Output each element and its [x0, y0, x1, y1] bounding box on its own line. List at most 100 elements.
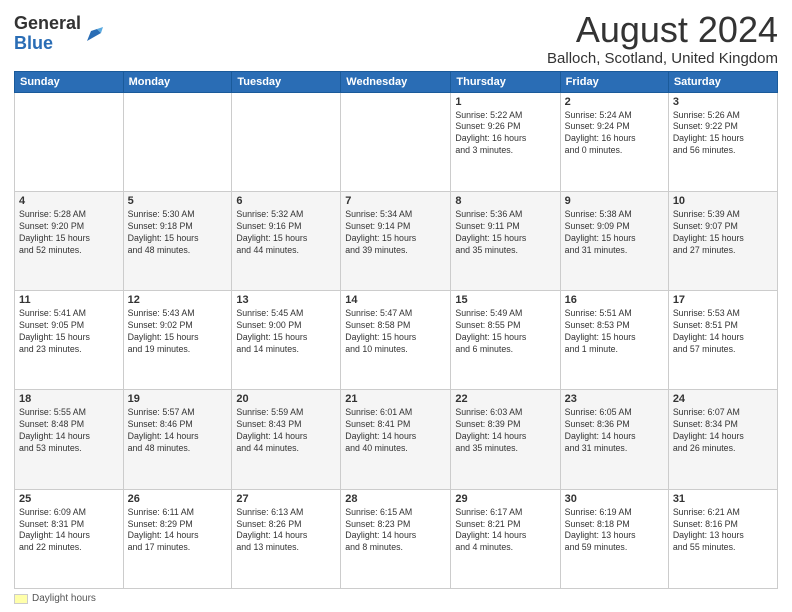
day-number: 23	[565, 393, 664, 405]
col-header-thursday: Thursday	[451, 71, 560, 92]
day-number: 6	[236, 195, 336, 207]
day-number: 25	[19, 493, 119, 505]
week-row-4: 18Sunrise: 5:55 AMSunset: 8:48 PMDayligh…	[15, 390, 778, 489]
calendar-cell: 20 Sunrise: 5:59 AMSunset: 8:43 PMDayligh…	[232, 390, 341, 489]
logo-icon	[83, 23, 105, 45]
calendar-cell	[15, 92, 124, 191]
calendar-cell: 4Sunrise: 5:28 AMSunset: 9:20 PMDaylight…	[15, 191, 124, 290]
day-number: 7	[345, 195, 446, 207]
day-detail: Sunrise: 6:05 AMSunset: 8:36 PMDaylight:…	[565, 407, 664, 455]
day-number: 28	[345, 493, 446, 505]
day-detail: Sunrise: 6:17 AMSunset: 8:21 PMDaylight:…	[455, 507, 555, 555]
calendar-cell: 24Sunrise: 6:07 AMSunset: 8:34 PMDayligh…	[668, 390, 777, 489]
day-number: 31	[673, 493, 773, 505]
footer: Daylight hours	[14, 593, 778, 604]
logo-text: General Blue	[14, 14, 81, 54]
col-header-tuesday: Tuesday	[232, 71, 341, 92]
calendar-cell: 13 Sunrise: 5:45 AMSunset: 9:00 PMDayligh…	[232, 291, 341, 390]
calendar-cell	[341, 92, 451, 191]
day-number: 8	[455, 195, 555, 207]
day-number: 5	[128, 195, 228, 207]
calendar-title: August 2024	[547, 10, 778, 50]
footer-label: Daylight hours	[32, 593, 96, 604]
day-number: 13	[236, 294, 336, 306]
calendar-cell: 12Sunrise: 5:43 AMSunset: 9:02 PMDayligh…	[123, 291, 232, 390]
day-number: 30	[565, 493, 664, 505]
day-detail: Sunrise: 6:19 AMSunset: 8:18 PMDaylight:…	[565, 507, 664, 555]
calendar-cell: 7Sunrise: 5:34 AMSunset: 9:14 PMDaylight…	[341, 191, 451, 290]
day-detail: Sunrise: 5:57 AMSunset: 8:46 PMDaylight:…	[128, 407, 228, 455]
day-number: 29	[455, 493, 555, 505]
day-number: 21	[345, 393, 446, 405]
day-detail: Sunrise: 5:38 AMSunset: 9:09 PMDaylight:…	[565, 209, 664, 257]
calendar-cell: 15 Sunrise: 5:49 AMSunset: 8:55 PMDayligh…	[451, 291, 560, 390]
logo: General Blue	[14, 14, 105, 54]
week-row-3: 11 Sunrise: 5:41 AMSunset: 9:05 PMDayligh…	[15, 291, 778, 390]
col-header-wednesday: Wednesday	[341, 71, 451, 92]
day-detail: Sunrise: 5:32 AMSunset: 9:16 PMDaylight:…	[236, 209, 336, 257]
day-number: 3	[673, 96, 773, 108]
calendar-cell: 29 Sunrise: 6:17 AMSunset: 8:21 PMDayligh…	[451, 489, 560, 588]
day-detail: Sunrise: 5:41 AMSunset: 9:05 PMDaylight:…	[19, 308, 119, 356]
calendar-cell: 28 Sunrise: 6:15 AMSunset: 8:23 PMDayligh…	[341, 489, 451, 588]
day-detail: Sunrise: 5:28 AMSunset: 9:20 PMDaylight:…	[19, 209, 119, 257]
calendar-cell: 18Sunrise: 5:55 AMSunset: 8:48 PMDayligh…	[15, 390, 124, 489]
day-detail: Sunrise: 6:01 AMSunset: 8:41 PMDaylight:…	[345, 407, 446, 455]
day-number: 20	[236, 393, 336, 405]
day-number: 11	[19, 294, 119, 306]
calendar-cell: 25 Sunrise: 6:09 AMSunset: 8:31 PMDayligh…	[15, 489, 124, 588]
calendar-cell: 10Sunrise: 5:39 AMSunset: 9:07 PMDayligh…	[668, 191, 777, 290]
calendar-cell: 14 Sunrise: 5:47 AMSunset: 8:58 PMDayligh…	[341, 291, 451, 390]
day-detail: Sunrise: 5:26 AMSunset: 9:22 PMDaylight:…	[673, 110, 773, 158]
calendar-cell: 3 Sunrise: 5:26 AMSunset: 9:22 PMDaylight…	[668, 92, 777, 191]
calendar-cell: 30 Sunrise: 6:19 AMSunset: 8:18 PMDayligh…	[560, 489, 668, 588]
calendar-cell	[123, 92, 232, 191]
day-detail: Sunrise: 5:47 AMSunset: 8:58 PMDaylight:…	[345, 308, 446, 356]
day-detail: Sunrise: 5:53 AMSunset: 8:51 PMDaylight:…	[673, 308, 773, 356]
day-detail: Sunrise: 5:51 AMSunset: 8:53 PMDaylight:…	[565, 308, 664, 356]
calendar-subtitle: Balloch, Scotland, United Kingdom	[547, 50, 778, 67]
calendar-cell: 21 Sunrise: 6:01 AMSunset: 8:41 PMDayligh…	[341, 390, 451, 489]
calendar-cell: 22Sunrise: 6:03 AMSunset: 8:39 PMDayligh…	[451, 390, 560, 489]
day-detail: Sunrise: 6:11 AMSunset: 8:29 PMDaylight:…	[128, 507, 228, 555]
calendar-cell: 17Sunrise: 5:53 AMSunset: 8:51 PMDayligh…	[668, 291, 777, 390]
calendar-cell: 5Sunrise: 5:30 AMSunset: 9:18 PMDaylight…	[123, 191, 232, 290]
calendar-cell: 2Sunrise: 5:24 AMSunset: 9:24 PMDaylight…	[560, 92, 668, 191]
day-detail: Sunrise: 5:49 AMSunset: 8:55 PMDaylight:…	[455, 308, 555, 356]
calendar-cell: 26 Sunrise: 6:11 AMSunset: 8:29 PMDayligh…	[123, 489, 232, 588]
page: General Blue August 2024 Balloch, Scotla…	[0, 0, 792, 612]
day-detail: Sunrise: 5:36 AMSunset: 9:11 PMDaylight:…	[455, 209, 555, 257]
logo-general: General	[14, 13, 81, 33]
day-detail: Sunrise: 6:03 AMSunset: 8:39 PMDaylight:…	[455, 407, 555, 455]
col-header-monday: Monday	[123, 71, 232, 92]
day-detail: Sunrise: 5:22 AMSunset: 9:26 PMDaylight:…	[455, 110, 555, 158]
day-number: 16	[565, 294, 664, 306]
calendar-cell: 6 Sunrise: 5:32 AMSunset: 9:16 PMDaylight…	[232, 191, 341, 290]
calendar-cell: 19Sunrise: 5:57 AMSunset: 8:46 PMDayligh…	[123, 390, 232, 489]
day-detail: Sunrise: 6:15 AMSunset: 8:23 PMDaylight:…	[345, 507, 446, 555]
day-number: 2	[565, 96, 664, 108]
day-number: 12	[128, 294, 228, 306]
col-header-sunday: Sunday	[15, 71, 124, 92]
day-number: 18	[19, 393, 119, 405]
day-detail: Sunrise: 5:59 AMSunset: 8:43 PMDaylight:…	[236, 407, 336, 455]
daylight-swatch	[14, 594, 28, 604]
day-detail: Sunrise: 6:09 AMSunset: 8:31 PMDaylight:…	[19, 507, 119, 555]
calendar-cell: 8 Sunrise: 5:36 AMSunset: 9:11 PMDaylight…	[451, 191, 560, 290]
header: General Blue August 2024 Balloch, Scotla…	[14, 10, 778, 67]
col-header-saturday: Saturday	[668, 71, 777, 92]
day-detail: Sunrise: 5:45 AMSunset: 9:00 PMDaylight:…	[236, 308, 336, 356]
week-row-2: 4Sunrise: 5:28 AMSunset: 9:20 PMDaylight…	[15, 191, 778, 290]
day-number: 26	[128, 493, 228, 505]
logo-blue: Blue	[14, 33, 53, 53]
calendar-cell: 16 Sunrise: 5:51 AMSunset: 8:53 PMDayligh…	[560, 291, 668, 390]
day-number: 15	[455, 294, 555, 306]
week-row-1: 1 Sunrise: 5:22 AMSunset: 9:26 PMDaylight…	[15, 92, 778, 191]
day-detail: Sunrise: 6:21 AMSunset: 8:16 PMDaylight:…	[673, 507, 773, 555]
day-number: 14	[345, 294, 446, 306]
calendar-cell: 9 Sunrise: 5:38 AMSunset: 9:09 PMDaylight…	[560, 191, 668, 290]
day-number: 27	[236, 493, 336, 505]
title-block: August 2024 Balloch, Scotland, United Ki…	[547, 10, 778, 67]
day-number: 9	[565, 195, 664, 207]
day-number: 1	[455, 96, 555, 108]
